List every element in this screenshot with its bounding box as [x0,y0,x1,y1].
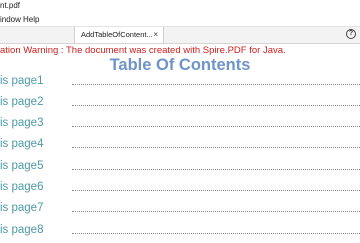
toc-leader [72,84,360,85]
menu-bar: indow Help [0,13,360,27]
toc-leader [72,169,360,170]
toc-entry[interactable]: is page2 [0,93,360,115]
toc-entry[interactable]: is page5 [0,157,360,179]
toc-entry[interactable]: is page6 [0,178,360,200]
toc-entry[interactable]: is page4 [0,135,360,157]
toc-leader [72,126,360,127]
menu-item-help[interactable]: Help [23,14,39,25]
close-icon[interactable]: × [153,30,158,40]
toc-entry-label: is page6 [0,181,44,193]
help-icon[interactable]: ? [346,29,356,39]
toc-leader [72,233,360,234]
toc-entry-label: is page2 [0,96,44,108]
window-title: nt.pdf [0,1,21,10]
toc-entry-label: is page7 [0,202,44,214]
toc-entry[interactable]: is page3 [0,114,360,136]
toc-entry-label: is page5 [0,160,44,172]
toc-entry-label: is page4 [0,138,44,150]
toc-entry-label: is page1 [0,75,44,87]
toc-entry[interactable]: is page7 [0,199,360,221]
toc-leader [72,147,360,148]
toc-leader [72,190,360,191]
toc-leader [72,211,360,212]
toc-entry-label: is page8 [0,224,44,236]
window-titlebar: nt.pdf [0,0,360,13]
menu-item-window[interactable]: indow [0,14,21,25]
tab-label: AddTableOfContent... [81,30,153,39]
tab-document[interactable]: AddTableOfContent... × [74,27,164,43]
document-page: ation Warning : The document was created… [0,44,360,240]
toc-entry-label: is page3 [0,117,44,129]
toc-leader [72,105,360,106]
toc-entry[interactable]: is page1 [0,72,360,94]
tab-bar [0,27,360,44]
